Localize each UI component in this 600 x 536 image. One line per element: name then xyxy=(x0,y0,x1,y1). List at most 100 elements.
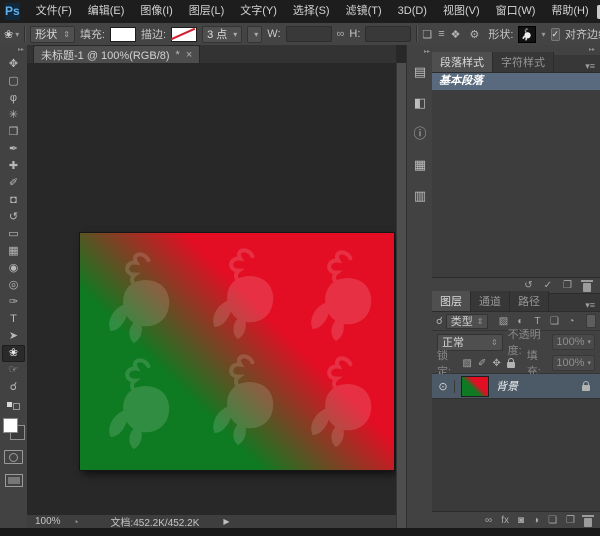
layer-visibility-eye-icon[interactable]: ⊙ xyxy=(432,380,455,393)
paragraph-style-row[interactable]: 基本段落 xyxy=(432,73,600,90)
filter-pixel-icon[interactable]: ▨ xyxy=(497,316,509,327)
commit-icon[interactable]: ✓ xyxy=(544,280,552,291)
canvas-image[interactable] xyxy=(80,233,394,470)
adjustment-layer-icon[interactable]: ◑ xyxy=(533,515,539,526)
foreground-color-swatch[interactable] xyxy=(3,418,18,433)
status-expand-icon[interactable]: ▶ xyxy=(223,517,229,526)
gear-icon[interactable]: ⚙ xyxy=(470,28,480,41)
menu-file[interactable]: 文件(F) xyxy=(28,0,80,23)
type-tool[interactable]: T xyxy=(2,311,25,328)
current-tool-preset[interactable]: ❀ ▾ xyxy=(4,28,19,41)
layer-name[interactable]: 背景 xyxy=(496,378,582,394)
tab-layers[interactable]: 图层 xyxy=(432,291,471,311)
paragraph-panel-icon[interactable]: ▥ xyxy=(410,187,430,205)
filter-type-icon[interactable]: T xyxy=(531,316,543,327)
menu-help[interactable]: 帮助(H) xyxy=(543,0,596,23)
shape-height-input[interactable] xyxy=(365,26,411,42)
stroke-width-dropdown[interactable]: 3 点 ▾ xyxy=(202,26,242,43)
delete-style-icon[interactable] xyxy=(583,283,591,292)
menu-edit[interactable]: 编辑(E) xyxy=(80,0,133,23)
canvas-pasteboard[interactable] xyxy=(27,63,396,515)
menu-image[interactable]: 图像(I) xyxy=(132,0,180,23)
zoom-level-field[interactable]: 100% xyxy=(35,516,65,527)
menu-3d[interactable]: 3D(D) xyxy=(390,0,435,23)
toolbar-collapse-icon[interactable]: ▸▸ xyxy=(0,45,27,56)
brush-tool[interactable]: ✐ xyxy=(2,175,25,192)
blur-tool[interactable]: ◉ xyxy=(2,260,25,277)
link-dimensions-icon[interactable]: ∞ xyxy=(337,28,345,40)
default-colors-icon[interactable] xyxy=(7,402,21,410)
menu-select[interactable]: 选择(S) xyxy=(285,0,338,23)
menu-layer[interactable]: 图层(L) xyxy=(181,0,232,23)
delete-layer-icon[interactable] xyxy=(584,518,592,527)
tool-mode-dropdown[interactable]: 形状 ⇕ xyxy=(30,26,75,43)
clear-override-icon[interactable]: ↺ xyxy=(524,280,532,291)
hand-tool[interactable]: ☞ xyxy=(2,362,25,379)
zoom-tool[interactable]: ☌ xyxy=(2,379,25,396)
link-layers-icon[interactable]: ∞ xyxy=(485,515,492,526)
fill-value-dropdown[interactable]: 100% ▾ xyxy=(552,355,595,371)
layer-group-icon[interactable]: ❏ xyxy=(548,515,557,526)
filter-adjustment-icon[interactable]: ◐ xyxy=(514,316,526,327)
layer-thumbnail[interactable] xyxy=(461,376,489,397)
stroke-type-dropdown[interactable]: ▾ xyxy=(247,26,262,43)
chevron-down-icon[interactable]: ▾ xyxy=(541,30,545,39)
character-panel-icon[interactable]: ▦ xyxy=(410,156,430,174)
filter-toggle-switch[interactable] xyxy=(586,314,596,328)
tab-character-styles[interactable]: 字符样式 xyxy=(493,52,554,72)
adjustments-panel-icon[interactable]: ▤ xyxy=(410,63,430,81)
document-tab[interactable]: 未标题-1 @ 100%(RGB/8) * × xyxy=(33,45,200,63)
crop-tool[interactable]: ❒ xyxy=(2,124,25,141)
new-layer-icon[interactable]: ❐ xyxy=(566,515,575,526)
layer-row-background[interactable]: ⊙ 背景 xyxy=(432,374,600,399)
marquee-tool[interactable]: ▢ xyxy=(2,73,25,90)
fill-color-swatch[interactable] xyxy=(110,27,136,42)
gradient-tool[interactable]: ▦ xyxy=(2,243,25,260)
filter-kind-dropdown[interactable]: 类型 ⇕ xyxy=(446,314,489,329)
swatches-panel-icon[interactable]: ◧ xyxy=(410,94,430,112)
layer-mask-icon[interactable]: ◙ xyxy=(518,515,524,526)
menu-window[interactable]: 窗口(W) xyxy=(488,0,544,23)
menu-view[interactable]: 视图(V) xyxy=(435,0,488,23)
path-align-icon[interactable]: ≡ xyxy=(438,28,444,41)
lock-all-icon[interactable] xyxy=(507,362,515,368)
lock-move-icon[interactable]: ✥ xyxy=(492,358,500,369)
quick-mask-button[interactable] xyxy=(4,450,23,464)
shape-picker-thumbnail[interactable] xyxy=(518,26,536,43)
close-tab-icon[interactable]: × xyxy=(186,49,192,61)
stroke-color-swatch[interactable] xyxy=(171,27,197,42)
pen-tool[interactable]: ✑ xyxy=(2,294,25,311)
menu-type[interactable]: 文字(Y) xyxy=(232,0,285,23)
panel-menu-icon[interactable]: ▾≡ xyxy=(585,297,600,311)
screen-mode-button[interactable] xyxy=(5,474,23,487)
tab-paragraph-styles[interactable]: 段落样式 xyxy=(432,52,493,72)
menu-filter[interactable]: 滤镜(T) xyxy=(338,0,390,23)
filter-shape-icon[interactable]: ❏ xyxy=(548,316,560,327)
opacity-value-dropdown[interactable]: 100% ▾ xyxy=(552,334,595,350)
lasso-tool[interactable]: φ xyxy=(2,90,25,107)
layer-effects-icon[interactable]: fx xyxy=(501,515,509,526)
move-tool[interactable]: ✥ xyxy=(2,56,25,73)
tab-channels[interactable]: 通道 xyxy=(471,291,510,311)
lock-paint-icon[interactable]: ✐ xyxy=(478,358,486,369)
shape-width-input[interactable] xyxy=(286,26,332,42)
path-selection-tool[interactable]: ➤ xyxy=(2,328,25,345)
custom-shape-tool[interactable]: ❀ xyxy=(2,345,25,362)
info-panel-icon[interactable]: ⓘ xyxy=(410,125,430,143)
quick-selection-tool[interactable]: ✳ xyxy=(2,107,25,124)
panel-menu-icon[interactable]: ▾≡ xyxy=(585,58,600,72)
history-brush-tool[interactable]: ↺ xyxy=(2,209,25,226)
tab-paths[interactable]: 路径 xyxy=(510,291,549,311)
healing-brush-tool[interactable]: ✚ xyxy=(2,158,25,175)
new-style-icon[interactable]: ❐ xyxy=(563,280,572,291)
dock-collapse-icon[interactable]: ▸▸ xyxy=(407,45,433,63)
eraser-tool[interactable]: ▭ xyxy=(2,226,25,243)
path-arrange-icon[interactable]: ❖ xyxy=(451,28,461,41)
lock-transparency-icon[interactable]: ▨ xyxy=(463,358,472,369)
filter-smart-object-icon[interactable]: ◔ xyxy=(565,316,577,327)
minimize-button[interactable]: – xyxy=(597,5,600,19)
clone-stamp-tool[interactable]: ◘ xyxy=(2,192,25,209)
align-edges-checkbox[interactable]: ✓ xyxy=(551,28,561,41)
path-operations-icon[interactable]: ❏ xyxy=(422,28,432,41)
eyedropper-tool[interactable]: ✒ xyxy=(2,141,25,158)
